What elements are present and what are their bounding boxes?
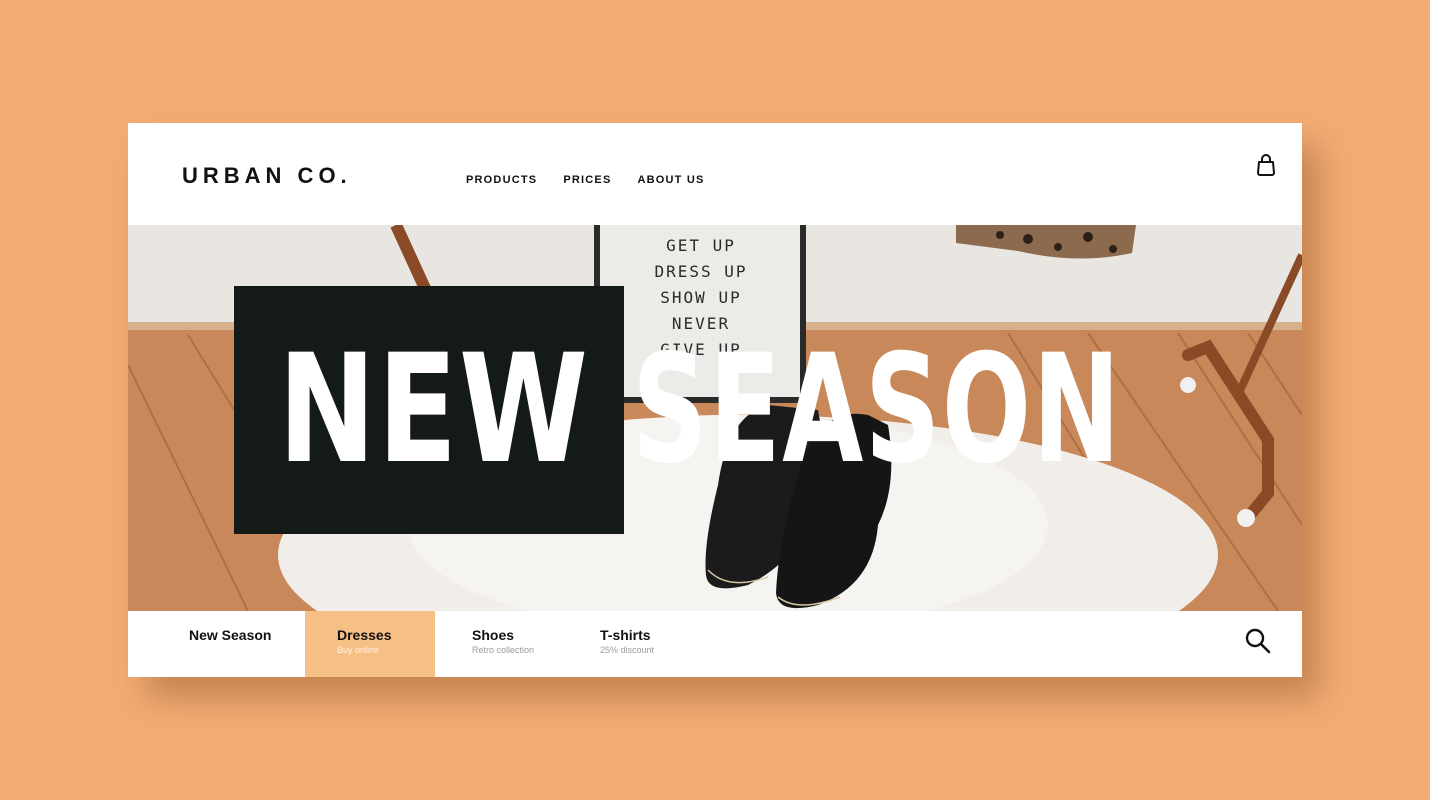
nav-about-us[interactable]: ABOUT US bbox=[637, 174, 704, 186]
shopping-bag-icon[interactable] bbox=[1254, 153, 1278, 177]
nav-products[interactable]: PRODUCTS bbox=[466, 174, 537, 186]
category-t-shirts[interactable]: T-shirts 25% discount bbox=[600, 611, 710, 677]
category-title: Shoes bbox=[472, 627, 515, 643]
category-subtitle: Buy online bbox=[337, 645, 380, 655]
category-title: T-shirts bbox=[600, 627, 651, 643]
category-title: New Season bbox=[189, 627, 272, 643]
letterboard-line: SHOW UP bbox=[660, 288, 742, 307]
site-header: URBAN CO. PRODUCTS PRICES ABOUT US bbox=[128, 123, 1302, 225]
letterboard-line: GET UP bbox=[666, 236, 736, 255]
category-shoes[interactable]: Shoes Retro collection bbox=[472, 611, 582, 677]
category-subtitle: 25% discount bbox=[600, 645, 655, 655]
landing-card: URBAN CO. PRODUCTS PRICES ABOUT US GET U… bbox=[128, 123, 1302, 677]
headline-season: SEASON bbox=[632, 323, 1122, 497]
hero-banner: GET UP DRESS UP SHOW UP NEVER GIVE UP NE… bbox=[128, 225, 1302, 611]
nav-prices[interactable]: PRICES bbox=[563, 174, 611, 186]
category-bar: New Season Dresses Buy online Shoes Retr… bbox=[128, 611, 1302, 677]
letterboard-line: DRESS UP bbox=[654, 262, 748, 281]
search-icon[interactable] bbox=[1244, 627, 1272, 655]
category-subtitle: Retro collection bbox=[472, 645, 535, 655]
main-nav: PRODUCTS PRICES ABOUT US bbox=[466, 174, 705, 186]
category-dresses[interactable]: Dresses Buy online bbox=[305, 611, 435, 677]
brand-logo[interactable]: URBAN CO. bbox=[182, 163, 352, 189]
headline-new: NEW bbox=[278, 323, 590, 497]
category-title: Dresses bbox=[337, 627, 392, 643]
